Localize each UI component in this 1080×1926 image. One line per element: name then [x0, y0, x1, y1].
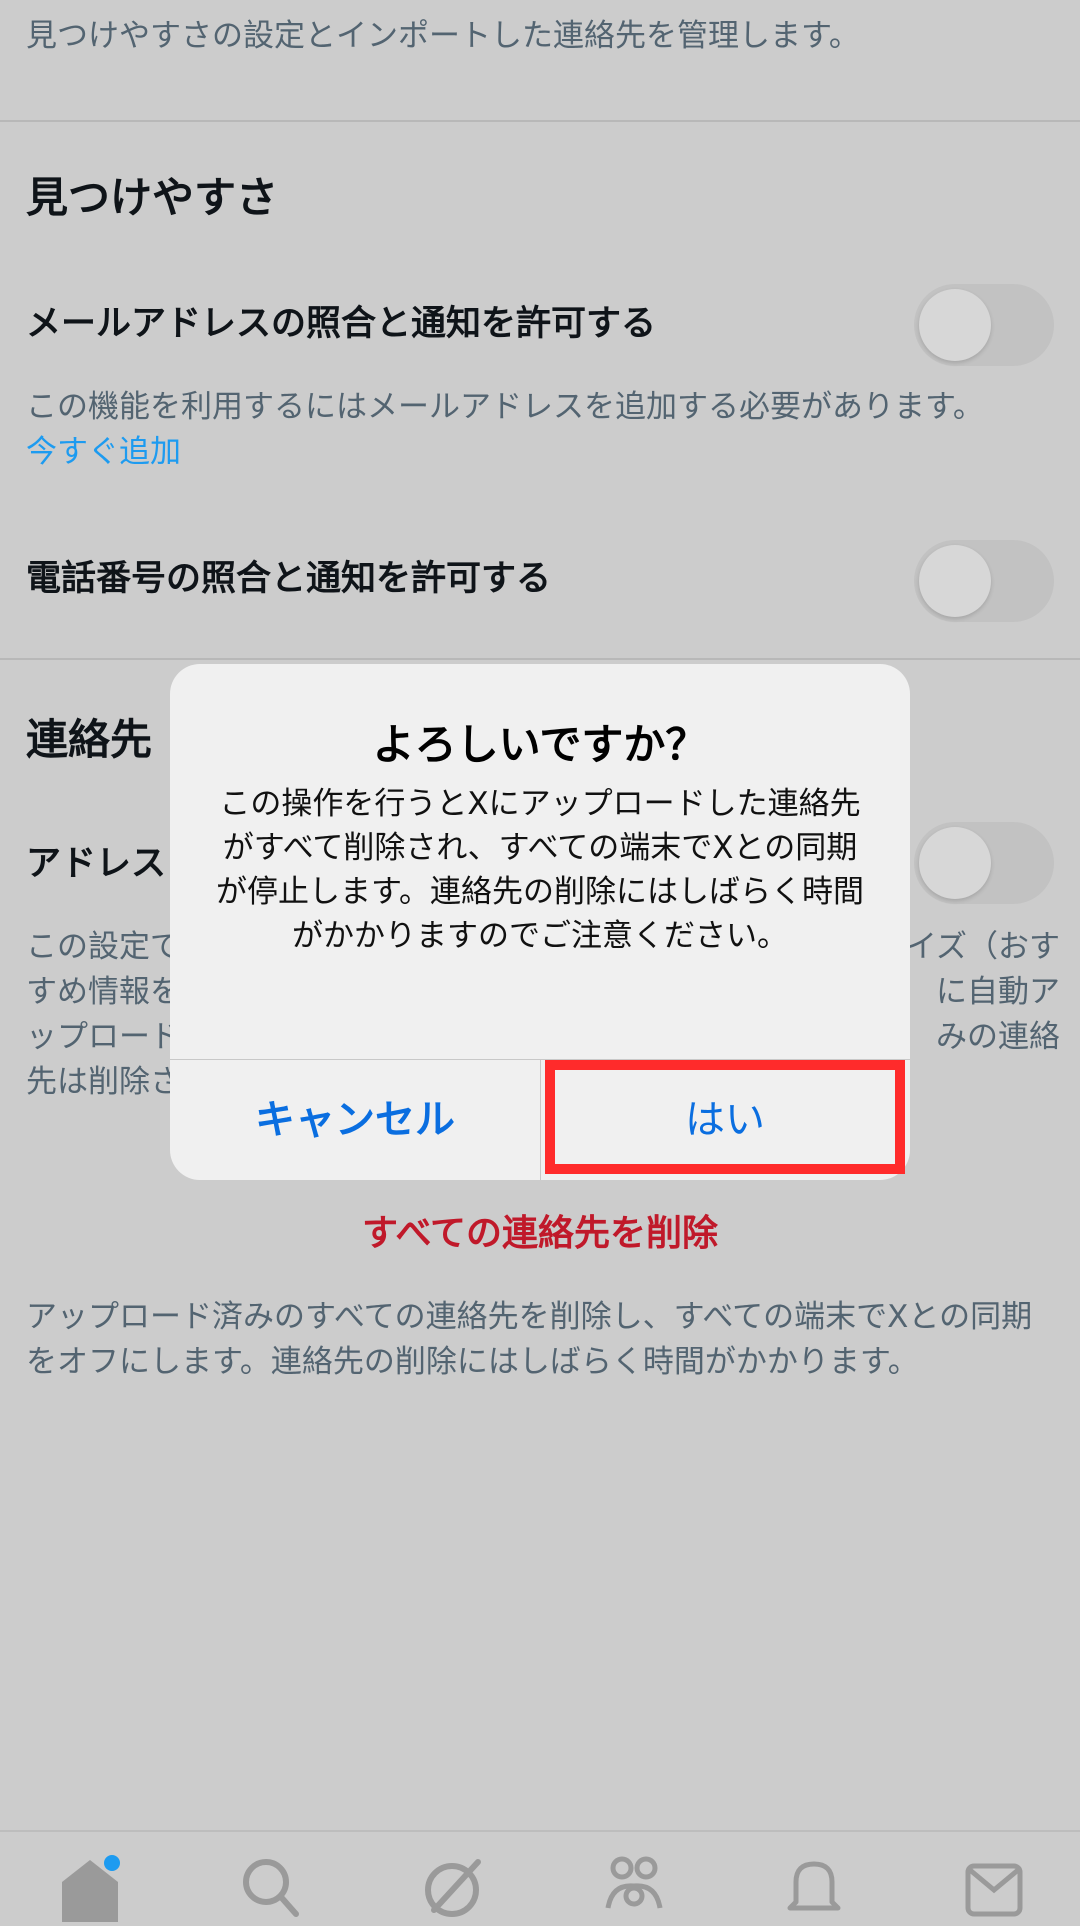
home-badge-dot — [104, 1855, 120, 1871]
email-match-label: メールアドレスの照合と通知を許可する — [26, 304, 657, 344]
divider — [0, 658, 1080, 660]
search-icon[interactable] — [238, 1852, 302, 1922]
toggle-knob — [919, 289, 991, 361]
email-match-toggle[interactable] — [914, 284, 1054, 366]
messages-icon[interactable] — [962, 1852, 1026, 1922]
add-email-link[interactable]: 今すぐ追加 — [26, 434, 181, 470]
contact-sync-label: アドレス — [26, 844, 167, 884]
section-title-contacts: 連絡先 — [26, 715, 153, 764]
dialog-title: よろしいですか？ — [372, 720, 708, 769]
communities-icon[interactable] — [602, 1852, 666, 1922]
phone-match-label: 電話番号の照合と通知を許可する — [26, 559, 552, 599]
contact-sync-toggle[interactable] — [914, 822, 1054, 904]
phone-match-toggle[interactable] — [914, 540, 1054, 622]
bottom-tab-bar — [0, 1830, 1080, 1922]
section-title-discoverability: 見つけやすさ — [26, 173, 279, 222]
page-subtitle: 見つけやすさの設定とインポートした連絡先を管理します。 — [26, 18, 860, 54]
delete-all-contacts-button[interactable]: すべての連絡先を削除 — [0, 1208, 1080, 1260]
notifications-icon[interactable] — [782, 1852, 846, 1922]
grok-icon[interactable] — [420, 1852, 484, 1922]
toggle-knob — [919, 827, 991, 899]
highlight-box — [545, 1060, 905, 1174]
dialog-message: この操作を行うとXにアップロードした連絡先がすべて削除され、すべての端末でXとの… — [216, 786, 864, 954]
toggle-knob — [919, 545, 991, 617]
divider — [0, 120, 1080, 122]
email-desc-text: この機能を利用するにはメールアドレスを追加する必要があります。 — [26, 389, 984, 425]
cancel-button[interactable]: キャンセル — [170, 1060, 540, 1180]
email-match-description: この機能を利用するにはメールアドレスを追加する必要があります。 今すぐ追加 — [26, 385, 1006, 475]
delete-all-description: アップロード済みのすべての連絡先を削除し、すべての端末でXとの同期をオフにします… — [26, 1299, 1033, 1380]
